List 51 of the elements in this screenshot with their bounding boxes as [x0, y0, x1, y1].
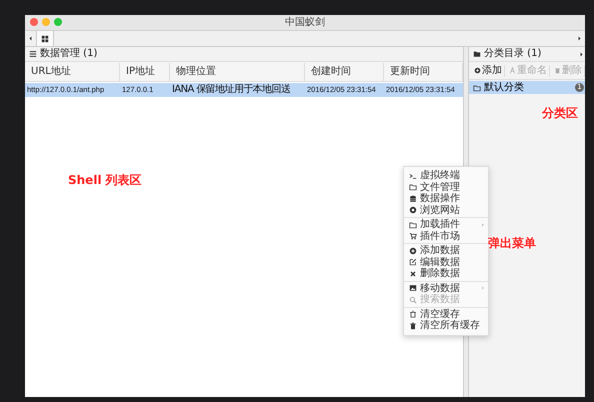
chevron-right-icon[interactable] [579, 50, 584, 58]
submenu-arrow-icon [481, 285, 485, 292]
toolbar-button[interactable]: 添加 [472, 64, 505, 76]
column-header: 创建时间 [305, 62, 384, 80]
terminal-icon [409, 172, 417, 180]
cross-icon [409, 270, 417, 278]
annotation-label: Shell 列表区 [68, 173, 142, 187]
menu-item[interactable]: 文件管理 [404, 182, 488, 193]
annotation-label: 弹出菜单 [488, 236, 536, 250]
column-header: IP地址 [120, 62, 170, 80]
window-title: 中国蚁剑 [285, 16, 325, 28]
column-header: 更新时间 [384, 62, 463, 80]
menu-item[interactable]: 数据操作 [404, 193, 488, 204]
menu-item[interactable]: 插件市场 [404, 230, 488, 242]
menu-item[interactable]: 虚拟终端 [404, 170, 488, 182]
menu-item[interactable]: 清空缓存 [404, 308, 488, 320]
folder-icon [473, 50, 481, 58]
menu-item[interactable]: 加载插件 [404, 219, 488, 230]
search-icon [409, 296, 417, 304]
column-header: URL地址 [25, 62, 120, 80]
add-icon [474, 67, 481, 74]
cart-icon [409, 232, 417, 240]
panel-title: 分类目录 (1) [484, 48, 542, 60]
trash-icon [409, 322, 417, 330]
panel-title: 数据管理 (1) [40, 48, 98, 60]
grid-icon [41, 34, 49, 42]
submenu-arrow-icon [481, 222, 485, 228]
menu-item[interactable]: 清空所有缓存 [404, 320, 488, 332]
menu-item[interactable]: 编辑数据 [404, 256, 488, 268]
list-icon [29, 50, 37, 58]
folder-icon [409, 183, 417, 192]
trash-icon [409, 310, 417, 318]
letter-a-icon [509, 67, 516, 74]
trash-icon [554, 67, 561, 74]
folder-icon [473, 84, 481, 92]
folder-icon [409, 220, 417, 229]
grid-tab[interactable] [36, 31, 54, 46]
menu-item[interactable]: 添加数据 [404, 245, 488, 256]
menu-item[interactable]: 移动数据 [404, 282, 488, 294]
column-header: 物理位置 [170, 62, 305, 80]
category-label: 默认分类 [484, 82, 525, 94]
menu-item[interactable]: 浏览网站 [404, 204, 488, 216]
database-icon [409, 194, 417, 203]
add-icon [409, 246, 417, 255]
chevron-left-icon[interactable] [28, 35, 33, 42]
chevron-right-icon[interactable] [577, 35, 582, 42]
image-icon [409, 284, 417, 292]
annotation-label: 分类区 [542, 106, 578, 120]
table-cell-text: IANA 保留地址用于本地回送 [171, 84, 292, 96]
edit-icon [409, 258, 417, 266]
menu-item[interactable]: 删除数据 [404, 268, 488, 280]
